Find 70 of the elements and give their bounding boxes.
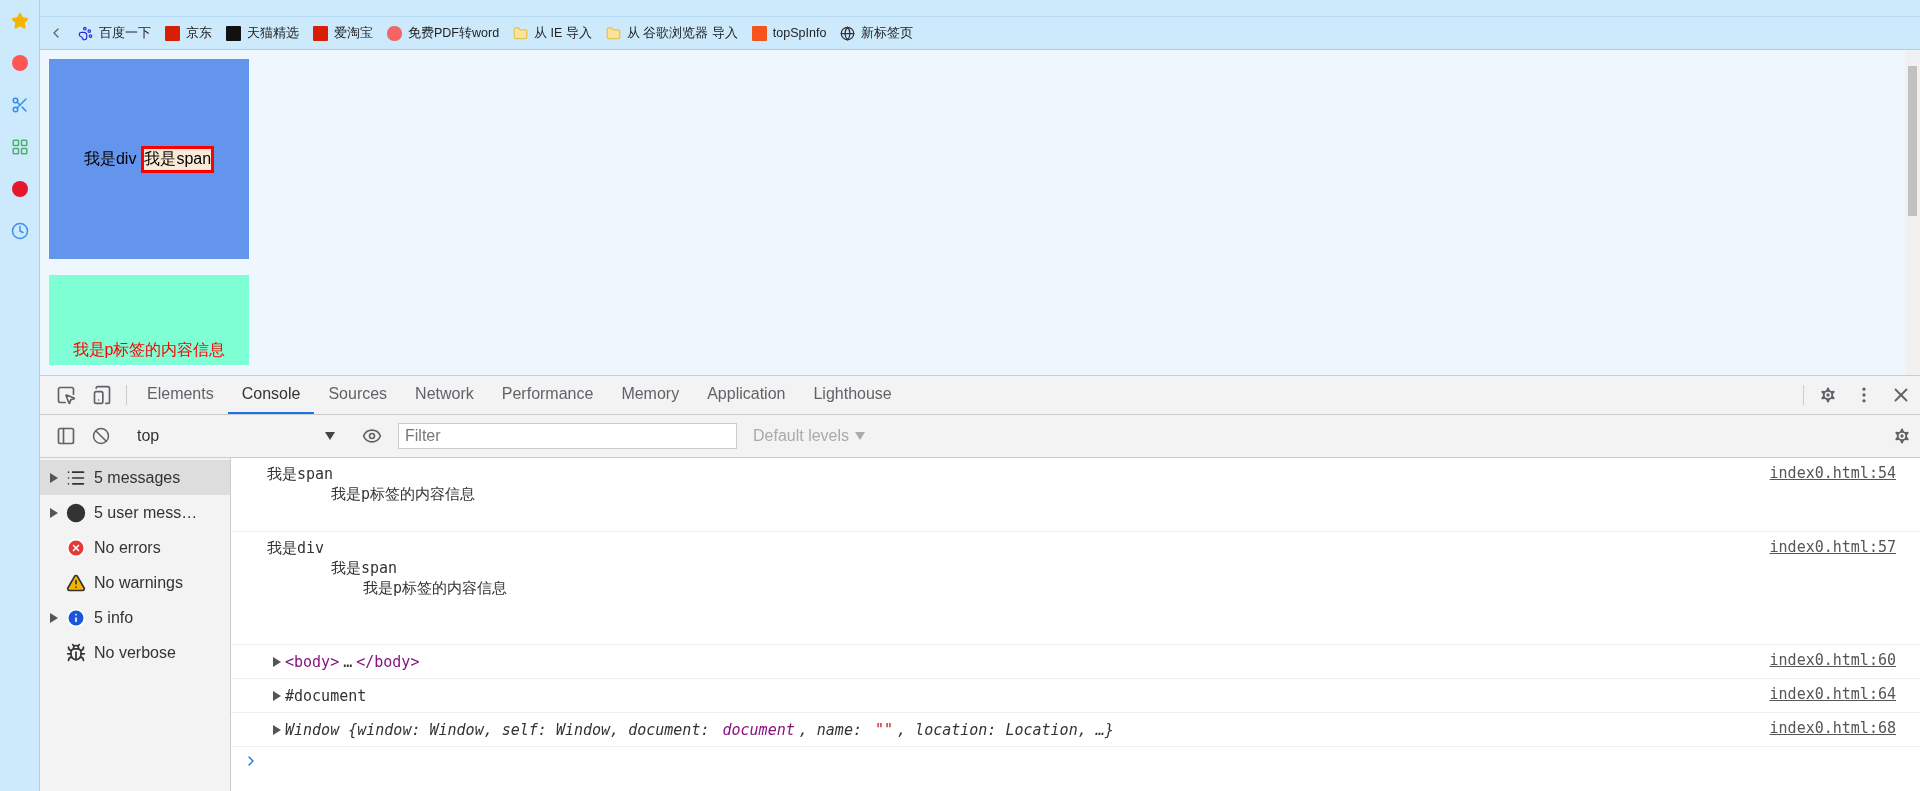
source-link[interactable]: index0.html:54 [1769,464,1896,525]
sidebar-label: 5 user mess… [94,503,198,522]
devtools-tab[interactable]: Performance [487,376,608,414]
log-object[interactable]: #document [273,685,367,706]
bug-icon [66,642,86,663]
sidebar-label: 5 info [94,608,134,627]
expand-arrow-icon[interactable] [273,690,281,701]
expand-arrow-icon[interactable] [50,612,58,623]
bookmark-link[interactable]: 从 IE 导入 [513,24,592,42]
devtools-tab[interactable]: Memory [607,376,694,414]
bookmark-link[interactable]: topSpInfo [751,25,827,41]
scrollbar[interactable] [1905,50,1920,375]
expand-arrow-icon[interactable] [273,724,281,735]
site-logo-icon [165,25,180,41]
warning-icon [66,572,86,593]
devtools-tab[interactable]: Application [693,376,800,414]
clock-icon[interactable] [10,222,29,240]
sidebar-item[interactable]: No warnings [40,565,230,600]
bookmark-link[interactable]: 京东 [165,24,212,42]
scissors-icon[interactable] [10,96,29,114]
info-icon [66,607,86,628]
devtools-tab[interactable]: Lighthouse [799,376,906,414]
bookmark-link[interactable]: 新标签页 [840,24,914,42]
sidebar-label: No verbose [94,643,176,662]
expand-arrow-icon[interactable] [50,472,58,483]
bookmark-link[interactable]: 爱淘宝 [313,24,373,42]
expand-arrow-icon[interactable] [273,656,281,667]
site-logo-icon [387,25,402,41]
error-icon [66,537,86,558]
span-text: 我是span [141,145,215,173]
log-text: 我是span [330,558,399,578]
devtools-tab[interactable]: Sources [314,376,402,414]
bookmark-link[interactable]: 免费PDF转word [387,24,500,42]
sidebar-item[interactable]: No verbose [40,635,230,670]
paw-icon [78,25,93,41]
folder-icon [513,25,529,41]
expand-arrow-icon[interactable] [50,507,58,518]
log-text: 我是span [267,464,335,484]
div-text: 我是div [83,148,137,169]
source-link[interactable]: index0.html:60 [1769,651,1896,672]
context-dropdown[interactable]: top [131,427,341,445]
log-text: 我是p标签的内容信息 [330,484,476,504]
folder-icon [605,25,621,41]
bookmark-link[interactable]: 天猫精选 [226,24,299,42]
paragraph-text: 我是p标签的内容信息 [72,340,226,360]
site-logo-icon [313,25,328,41]
sidebar-item[interactable]: 5 messages [40,460,230,495]
globe-icon [840,25,856,41]
sidebar-label: 5 messages [94,468,181,487]
source-link[interactable]: index0.html:64 [1769,685,1896,706]
log-object[interactable]: Window {window: Window, self: Window, document: document , name: "" , location: Location, …} [273,719,1114,740]
star-icon[interactable] [10,12,29,30]
source-link[interactable]: index0.html:57 [1769,538,1896,638]
devtools-tab[interactable]: Network [401,376,488,414]
filter-field[interactable]: Filter [398,423,737,449]
log-text: 我是div [267,538,326,558]
sidebar-item[interactable]: 5 info [40,600,230,635]
log-object[interactable]: <body> … </body> [273,651,420,672]
caret-icon[interactable] [325,432,335,440]
source-link[interactable]: index0.html:68 [1769,719,1896,740]
site-logo-icon [751,25,767,41]
bookmark-link[interactable]: 百度一下 [78,24,151,42]
sidebar-label: No warnings [94,573,183,592]
site-logo-icon [226,25,241,41]
log-text: 我是p标签的内容信息 [362,578,508,598]
sidebar-item[interactable]: 5 user mess… [40,495,230,530]
sidebar-label: No errors [94,538,161,557]
bookmark-link[interactable]: 从 谷歌浏览器 导入 [605,24,738,42]
sidebar-item[interactable]: No errors [40,530,230,565]
devtools-tab[interactable]: Elements [133,376,228,414]
